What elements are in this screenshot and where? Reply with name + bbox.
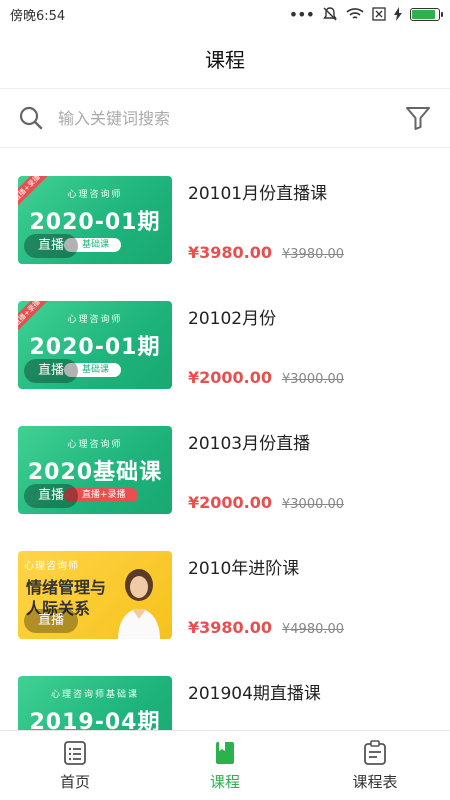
nav-bar: 课程 [0,28,450,88]
live-badge: 直播 [24,359,78,383]
course-original-price: ¥3980.00 [282,247,345,262]
course-info: 20102月份 ¥2000.00 ¥3000.00 [188,301,432,400]
charging-icon [394,7,402,21]
wifi-icon [346,8,364,19]
price-row: ¥2000.00 ¥3000.00 [188,493,344,512]
tab-label: 首页 [59,773,90,791]
course-banner: 心理咨询师 情绪管理与人际关系 直播 [18,551,172,639]
course-price: ¥3980.00 [188,618,273,637]
course-banner: 心理咨询师基础课 2019-04期 [18,676,172,730]
course-item[interactable]: 心理咨询师 情绪管理与人际关系 直播 2010年进阶课 ¥3980.00 ¥49… [0,525,450,650]
course-title: 201904期直播课 [188,684,321,704]
course-original-price: ¥4980.00 [282,622,345,637]
tab-label: 课程 [209,773,240,791]
status-time: 傍晚6:54 [10,8,66,24]
course-banner: 直播+录播 心理咨询师 2020-01期 基础课 直播 [18,301,172,389]
filter-icon[interactable] [404,104,432,132]
page-title: 课程 [205,47,245,72]
price-row: ¥2000.00 ¥3000.00 [188,368,344,387]
banner-headline: 2020基础课 [27,460,163,485]
search-icon[interactable] [18,105,44,131]
price-row: ¥3980.00 ¥4980.00 [188,618,344,637]
course-info: 201904期直播课 [188,676,432,730]
course-info: 2010年进阶课 ¥3980.00 ¥4980.00 [188,551,432,650]
course-price: ¥3980.00 [188,243,273,262]
course-price: ¥2000.00 [188,493,273,512]
course-title: 20101月份直播课 [188,184,328,204]
status-bar: 傍晚6:54 ••• [0,0,450,28]
course-item[interactable]: 直播+录播 心理咨询师 2020-01期 基础课 直播 20101月份直播课 ¥… [0,150,450,275]
course-title: 20103月份直播 [188,434,311,454]
live-badge: 直播 [24,609,78,633]
status-icons: ••• [288,4,443,24]
banner-subtitle: 心理咨询师 [67,315,123,325]
more-dots-icon: ••• [288,4,315,24]
course-item[interactable]: 心理咨询师基础课 2019-04期 201904期直播课 [0,650,450,730]
banner-headline: 2019-04期 [29,710,161,730]
tab-home[interactable]: 首页 [0,731,150,800]
course-price: ¥2000.00 [188,368,273,387]
teacher-photo [118,569,160,639]
course-title: 2010年进阶课 [188,559,300,579]
home-list-icon [64,741,86,765]
course-title: 20102月份 [188,309,277,329]
course-info: 20103月份直播 ¥2000.00 ¥3000.00 [188,426,432,525]
tab-course[interactable]: 课程 [150,731,300,800]
live-badge: 直播 [24,484,78,508]
banner-headline: 2020-01期 [29,335,161,360]
price-row: ¥3980.00 ¥3980.00 [188,243,344,262]
battery-icon [410,7,443,21]
bottom-tab-bar: 首页 课程 课程表 [0,730,450,800]
search-input[interactable] [58,108,404,128]
course-item[interactable]: 心理咨询师 2020基础课 直播+录播 直播 20103月份直播 ¥2000.0… [0,400,450,525]
course-banner: 直播+录播 心理咨询师 2020-01期 基础课 直播 [18,176,172,264]
sim-off-icon [372,7,386,21]
tab-schedule[interactable]: 课程表 [300,731,450,800]
banner-subtitle: 心理咨询师 [67,190,123,200]
course-info: 20101月份直播课 ¥3980.00 ¥3980.00 [188,176,432,275]
banner-subtitle: 心理咨询师基础课 [50,690,139,700]
banner-subtitle: 心理咨询师 [67,440,123,450]
banner-subtitle: 心理咨询师 [24,561,79,572]
course-item[interactable]: 直播+录播 心理咨询师 2020-01期 基础课 直播 20102月份 ¥200… [0,275,450,400]
course-banner: 心理咨询师 2020基础课 直播+录播 直播 [18,426,172,514]
tab-label: 课程表 [352,773,398,791]
live-badge: 直播 [24,234,78,258]
banner-headline: 2020-01期 [29,210,161,235]
course-original-price: ¥3000.00 [282,372,345,387]
mute-icon [323,7,337,21]
course-book-icon [216,742,234,764]
course-original-price: ¥3000.00 [282,497,345,512]
search-bar [0,88,450,148]
schedule-clipboard-icon [364,740,386,765]
course-list: 直播+录播 心理咨询师 2020-01期 基础课 直播 20101月份直播课 ¥… [0,150,450,730]
